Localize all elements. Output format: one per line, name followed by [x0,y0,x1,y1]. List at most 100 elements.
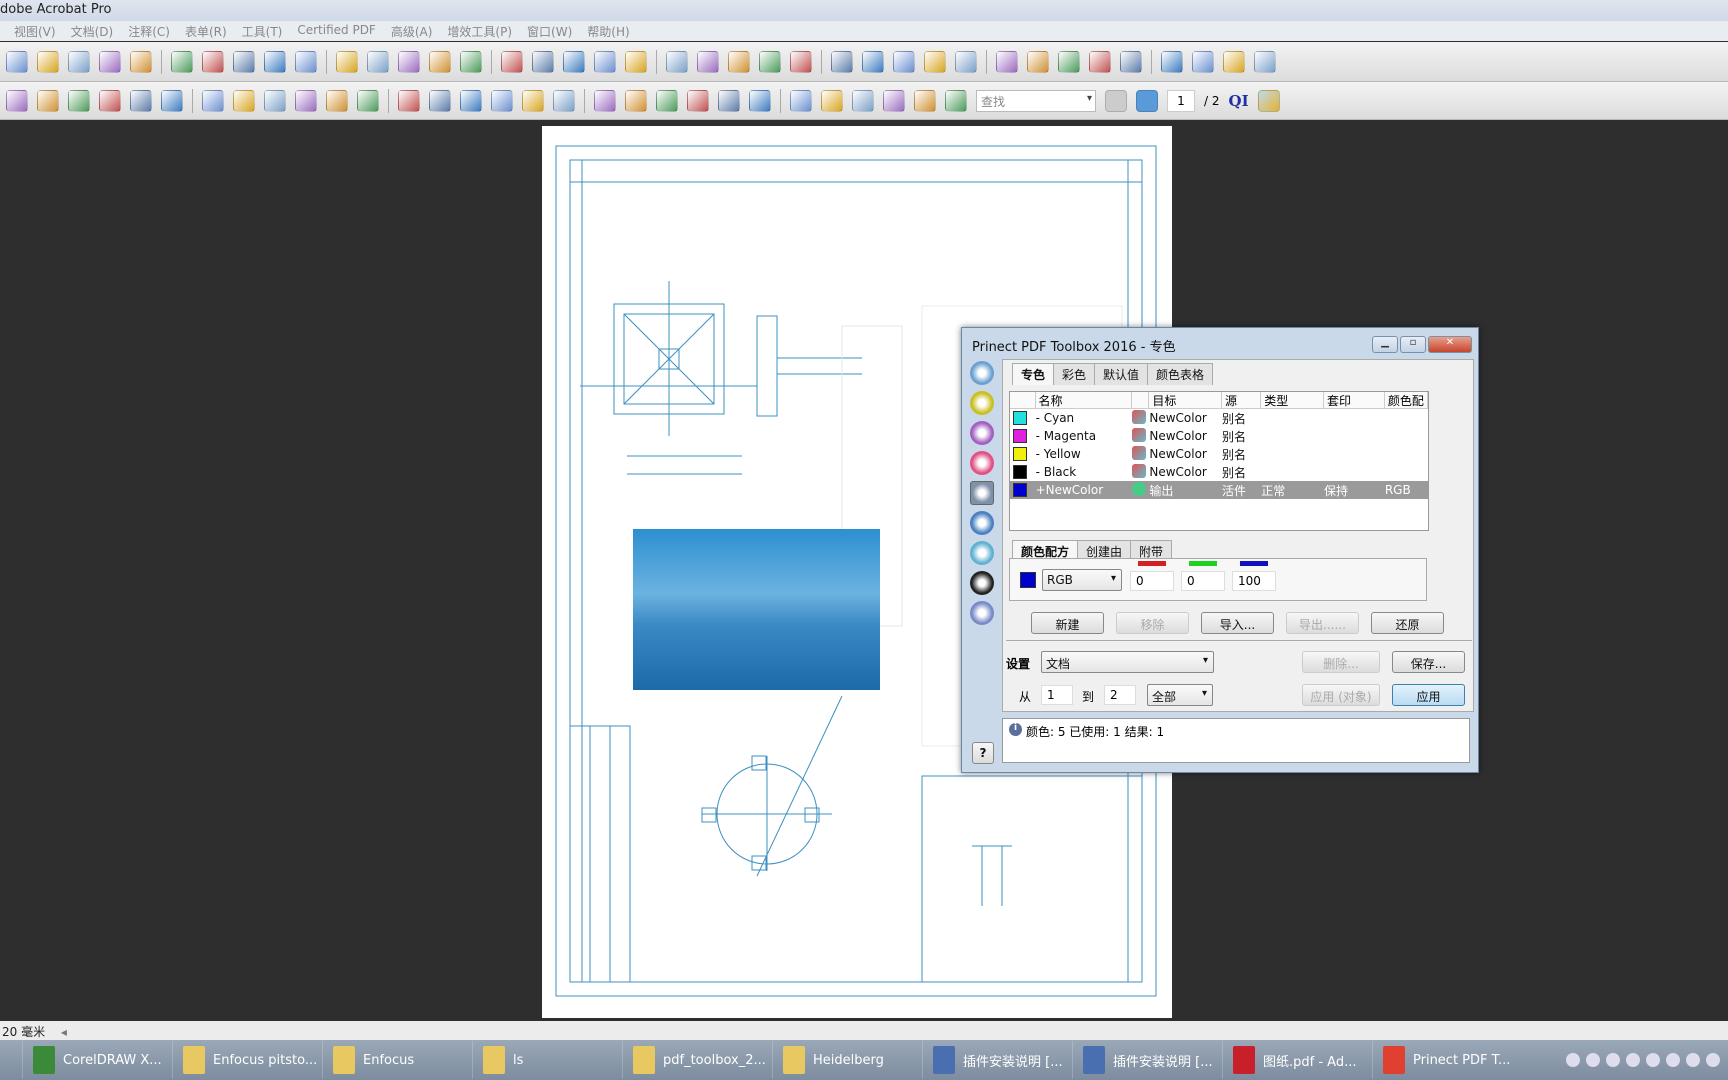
touchup-icon[interactable] [759,50,781,73]
menu-item[interactable]: 工具(T) [242,23,283,41]
crop-icon[interactable] [831,50,853,73]
link2-icon[interactable] [924,50,946,73]
taskbar-item[interactable]: Heidelberg [772,1041,922,1079]
help-button[interactable]: ? [972,742,994,764]
taskbar-item[interactable]: ls [472,1041,622,1079]
menu-item[interactable]: 文档(D) [71,23,114,41]
menu-item[interactable]: 注释(C) [128,23,170,41]
link-icon[interactable] [893,50,915,73]
mail-icon[interactable] [1192,50,1214,73]
transparency-icon[interactable] [687,89,709,112]
remove-button[interactable]: 移除 [1116,612,1189,634]
table-row[interactable]: - Black NewColor 别名 [1010,463,1428,481]
save-icon[interactable] [99,89,121,112]
next-page-icon[interactable] [1136,89,1158,112]
book-icon[interactable] [429,89,451,112]
check-icon[interactable] [970,391,994,415]
forms-icon[interactable] [99,50,121,73]
taskbar-item[interactable]: Prinect PDF T... [1372,1041,1522,1079]
tray-icon[interactable] [1646,1053,1660,1067]
menu-item[interactable]: 视图(V) [14,23,56,41]
cut-icon[interactable] [202,89,224,112]
find-input[interactable]: 查找 [976,89,1096,112]
apply-button[interactable]: 应用 [1392,684,1465,706]
preflight-icon[interactable] [336,50,358,73]
tab-3[interactable]: 颜色表格 [1147,363,1214,385]
col-name[interactable]: 名称 [1036,392,1132,408]
fit-icon[interactable] [264,89,286,112]
move-icon[interactable] [718,89,740,112]
search-doc-icon[interactable] [656,89,678,112]
transform-icon[interactable] [233,89,255,112]
delete-button[interactable]: 删除... [1302,651,1380,673]
tray-icon[interactable] [1626,1053,1640,1067]
grid-icon[interactable] [970,571,994,595]
select-icon[interactable] [594,50,616,73]
tab-1[interactable]: 彩色 [1053,363,1096,385]
table-row[interactable]: - Yellow NewColor 别名 [1010,445,1428,463]
annotate-icon[interactable] [970,601,994,625]
taskbar-item[interactable]: CorelDRAW X... [22,1041,172,1079]
channel-value-input[interactable]: 0 [1130,571,1174,591]
export-icon[interactable] [233,50,255,73]
film-icon[interactable] [594,89,616,112]
pencil-icon[interactable] [398,89,420,112]
scroll-left-arrow[interactable]: ◂ [61,1025,67,1039]
settings-select[interactable]: 文档 [1041,651,1214,673]
col-type[interactable]: 类型 [1261,392,1324,408]
output-icon[interactable] [501,50,523,73]
bracket-icon[interactable] [955,50,977,73]
fixups-icon[interactable] [970,361,994,385]
open-icon[interactable] [68,89,90,112]
col-overprint[interactable]: 套印 [1324,392,1385,408]
col-target[interactable]: 目标 [1149,392,1222,408]
new-button[interactable]: 新建 [1031,612,1104,634]
camera-icon[interactable] [532,50,554,73]
menu-item[interactable]: 高级(A) [391,23,433,41]
layers-icon[interactable] [625,89,647,112]
tray-icon[interactable] [1606,1053,1620,1067]
comment-icon[interactable] [1161,50,1183,73]
filter-icon[interactable] [398,50,420,73]
taskbar-item[interactable]: 图纸.pdf - Ad... [1222,1041,1372,1079]
menu-item[interactable]: 表单(R) [185,23,227,41]
taskbar-item[interactable]: 插件安装说明 [... [1072,1041,1222,1079]
table-row[interactable]: - Magenta NewColor 别名 [1010,427,1428,445]
fullscreen-icon[interactable] [295,89,317,112]
check-icon[interactable] [295,50,317,73]
x-icon[interactable] [553,89,575,112]
taskbar-item[interactable]: 插件安装说明 [... [922,1041,1072,1079]
font-icon[interactable] [728,50,750,73]
grid-icon[interactable] [862,50,884,73]
tray-icon[interactable] [1686,1053,1700,1067]
settings-icon[interactable] [367,50,389,73]
edit-notes-icon[interactable] [1257,89,1280,112]
marquee-icon[interactable] [625,50,647,73]
menu-item[interactable]: 增效工具(P) [447,23,512,41]
color-model-select[interactable]: RGB [1042,569,1122,591]
pattern-icon[interactable] [1223,50,1245,73]
tab-0[interactable]: 专色 [1012,363,1055,385]
spot-color-list[interactable]: 名称 目标 源 类型 套印 颜色配 - Cyan NewColor 别名 - Mage… [1009,391,1429,531]
combine-icon[interactable] [6,89,28,112]
text-icon[interactable] [697,50,719,73]
import-button[interactable]: 导入... [1201,612,1274,634]
table-row[interactable]: - Cyan NewColor 别名 [1010,409,1428,427]
restore-button[interactable]: 还原 [1371,612,1444,634]
image-icon[interactable] [522,89,544,112]
pan-icon[interactable] [666,50,688,73]
previous-page-icon[interactable] [1105,89,1127,112]
col-color[interactable]: 颜色配 [1385,392,1428,408]
channel-value-input[interactable]: 100 [1232,571,1276,591]
minimize-button[interactable]: ▁ [1372,336,1398,353]
range-select[interactable]: 全部 [1147,684,1213,706]
doc-icon[interactable] [460,89,482,112]
create-pdf-icon[interactable] [6,50,28,73]
tray-icon[interactable] [1666,1053,1680,1067]
color-wheel-icon[interactable] [970,451,994,475]
export-button[interactable]: 导出...... [1286,612,1359,634]
overprint-icon[interactable] [970,541,994,565]
stack-icon[interactable] [1254,50,1276,73]
edit-object-icon[interactable] [326,89,348,112]
pin-icon[interactable] [790,50,812,73]
